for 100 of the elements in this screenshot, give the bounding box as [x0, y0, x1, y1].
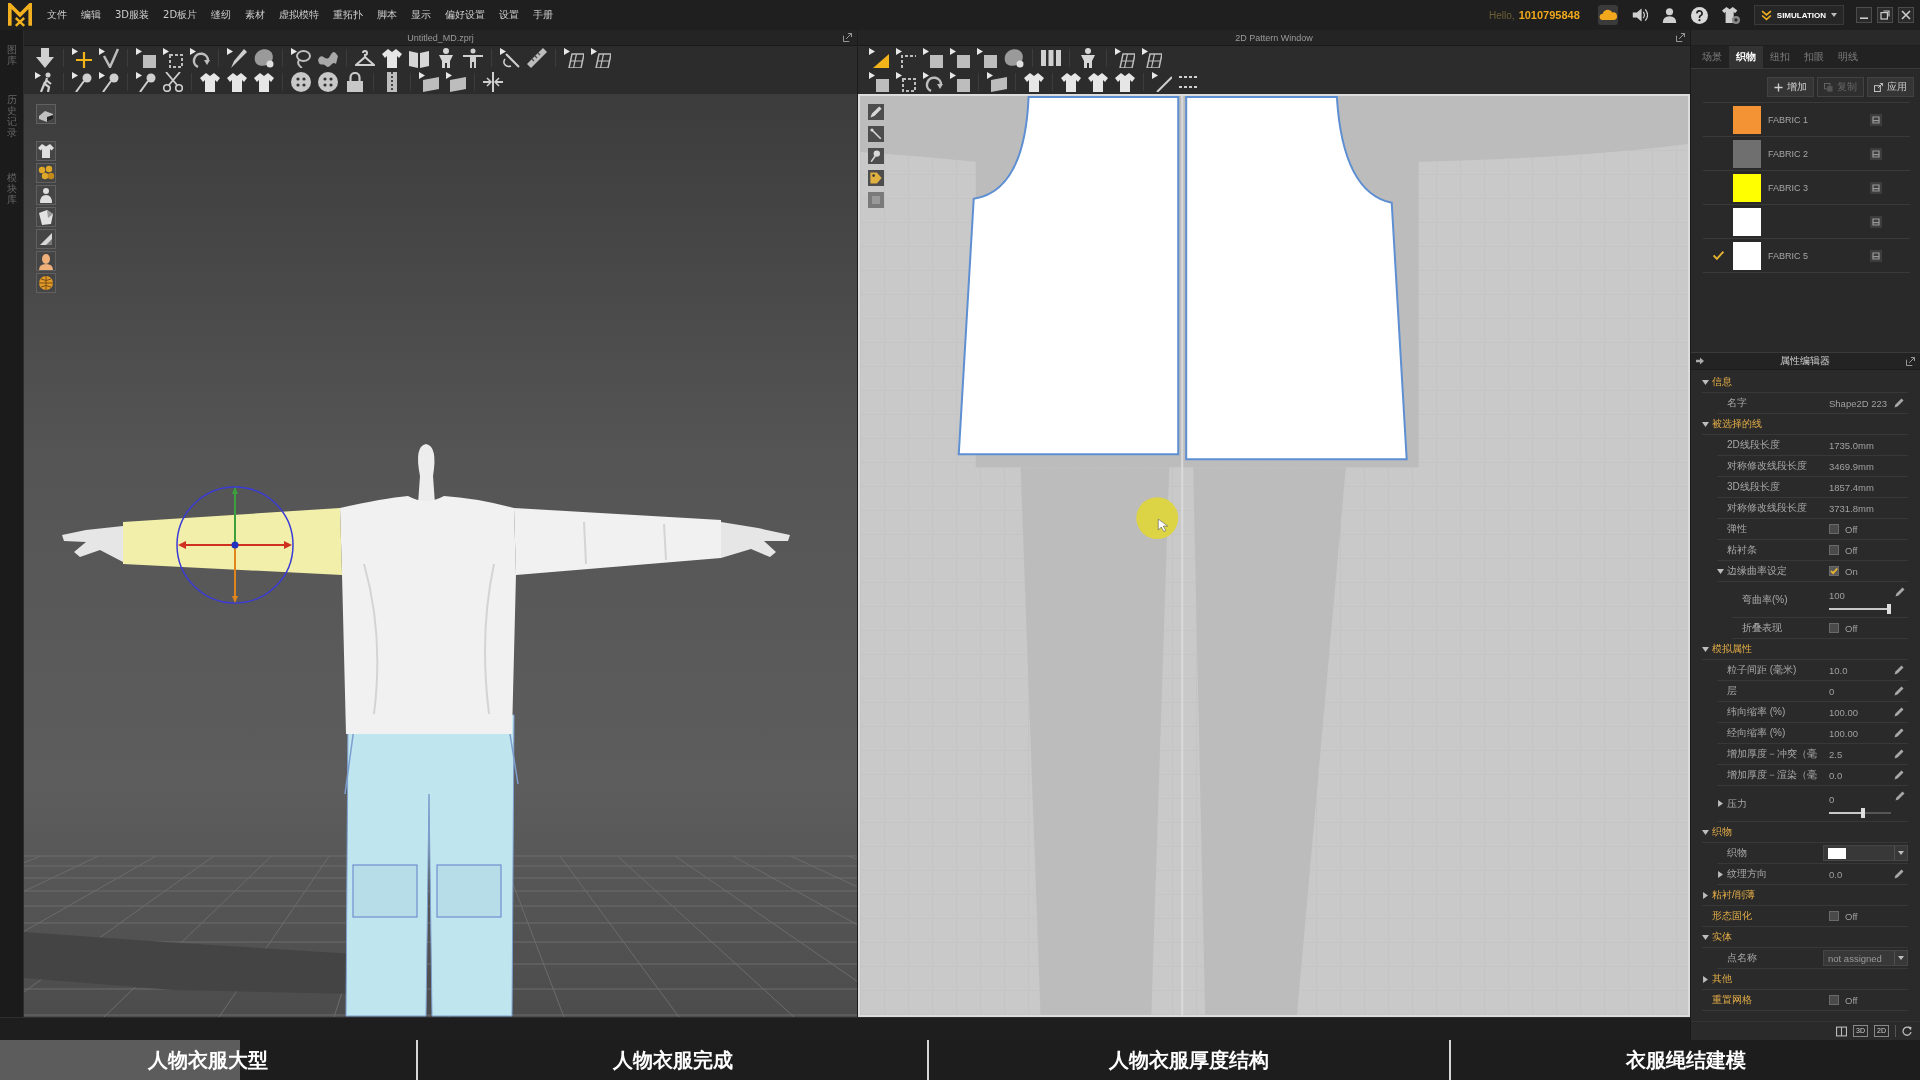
sheet-icon[interactable]: [419, 72, 439, 92]
help-icon[interactable]: [1690, 6, 1708, 24]
chapter-tab[interactable]: 人物衣服厚度结构: [929, 1040, 1449, 1080]
caret-down-icon[interactable]: [1702, 420, 1709, 428]
value-field[interactable]: 0.0: [1829, 769, 1843, 781]
refresh-icon[interactable]: [1902, 1026, 1912, 1036]
person-icon[interactable]: [1078, 48, 1098, 68]
hanger-icon[interactable]: [355, 48, 375, 68]
person-icon[interactable]: [436, 48, 456, 68]
chapter-tab[interactable]: 人物衣服完成: [418, 1040, 927, 1080]
menu-item[interactable]: 脚本: [370, 6, 405, 24]
caret-right-icon[interactable]: [1717, 870, 1724, 878]
checkbox[interactable]: [1829, 566, 1839, 576]
menu-item[interactable]: 编辑: [74, 6, 108, 24]
pencil-icon[interactable]: [1895, 791, 1905, 801]
needle-icon[interactable]: [500, 48, 520, 68]
color-swatch[interactable]: [1733, 173, 1761, 202]
popout-icon[interactable]: [1676, 33, 1685, 42]
pin-icon[interactable]: [136, 72, 156, 92]
v-mark-icon[interactable]: [99, 48, 119, 68]
dotted-square-icon[interactable]: [163, 48, 183, 68]
bust-icon[interactable]: [36, 251, 56, 271]
menu-item[interactable]: 缝纫: [204, 6, 239, 24]
pin-icon[interactable]: [72, 72, 92, 92]
action-button[interactable]: 增加: [1767, 77, 1814, 97]
viewport-3d[interactable]: [24, 94, 857, 1017]
dashed-corner-icon[interactable]: [896, 48, 916, 68]
color-swatch[interactable]: [1733, 207, 1761, 236]
pencil-icon[interactable]: [1894, 749, 1904, 759]
color-swatch[interactable]: [1733, 105, 1761, 134]
caret-down-icon[interactable]: [1702, 933, 1709, 941]
speaker-icon[interactable]: [1631, 7, 1648, 23]
close-icon[interactable]: [1898, 7, 1914, 23]
blob-icon[interactable]: [1004, 48, 1024, 68]
pencil-icon[interactable]: [1894, 686, 1904, 696]
slider-thumb[interactable]: [1887, 603, 1891, 614]
checkbox[interactable]: [1829, 545, 1839, 555]
color-swatch[interactable]: [1733, 139, 1761, 168]
grid-icon[interactable]: [591, 48, 611, 68]
shirt-icon[interactable]: [227, 72, 247, 92]
needle-icon[interactable]: [868, 126, 884, 142]
tray-icon[interactable]: [1870, 113, 1882, 126]
panel-tab[interactable]: 织物: [1729, 46, 1763, 68]
arrow-right-icon[interactable]: [1696, 357, 1704, 365]
sheet-icon[interactable]: [446, 72, 466, 92]
grid-icon[interactable]: [564, 48, 584, 68]
pencil-icon[interactable]: [1894, 398, 1904, 408]
caret-down-icon[interactable]: [1702, 378, 1709, 386]
square-icon[interactable]: [977, 48, 997, 68]
blob-icon[interactable]: [254, 48, 274, 68]
shirt-icon[interactable]: [1088, 72, 1108, 92]
tray-icon[interactable]: [1870, 147, 1882, 160]
swatch-dropdown[interactable]: [1823, 845, 1908, 861]
dropdown[interactable]: not assigned: [1823, 950, 1908, 966]
logo-icon[interactable]: [8, 3, 32, 27]
panel-tab[interactable]: 明线: [1831, 46, 1865, 68]
panel-tab[interactable]: 纽扣: [1763, 46, 1797, 68]
value-field[interactable]: 100.00: [1829, 727, 1859, 739]
restore-icon[interactable]: [1877, 7, 1893, 23]
value-field[interactable]: 100.00: [1829, 706, 1859, 718]
ramp-icon[interactable]: [869, 48, 889, 68]
tray-icon[interactable]: [1870, 249, 1882, 262]
fabric-name[interactable]: FABRIC 1: [1768, 114, 1870, 125]
shirt-gear-icon[interactable]: [1721, 6, 1740, 24]
dotted-square-icon[interactable]: [896, 72, 916, 92]
menu-item[interactable]: 偏好设置: [438, 6, 493, 24]
block-icon[interactable]: [36, 104, 56, 124]
menu-item[interactable]: 显示: [404, 6, 439, 24]
person-icon[interactable]: [36, 185, 56, 205]
square-icon[interactable]: [869, 72, 889, 92]
down-arrow-icon[interactable]: [35, 48, 55, 68]
t-pose-figure-icon[interactable]: [463, 48, 483, 68]
fabric-name[interactable]: FABRIC 2: [1768, 148, 1870, 159]
value-field[interactable]: 100: [1829, 589, 1845, 601]
shirt-icon[interactable]: [254, 72, 274, 92]
slider-thumb[interactable]: [1860, 807, 1865, 818]
columns-icon[interactable]: [1041, 48, 1061, 68]
color-swatch[interactable]: [1733, 241, 1761, 270]
value-field[interactable]: 10.0: [1829, 664, 1848, 676]
lasso-icon[interactable]: [291, 48, 311, 68]
menu-item[interactable]: 文件: [40, 6, 74, 24]
value-field[interactable]: 0: [1829, 685, 1835, 697]
tray-icon[interactable]: [1870, 215, 1882, 228]
pin-icon[interactable]: [99, 72, 119, 92]
caret-down-icon[interactable]: [1717, 567, 1724, 575]
checkbox[interactable]: [1829, 524, 1839, 534]
menu-item[interactable]: 虚拟模特: [272, 6, 327, 24]
menu-item[interactable]: 重拓扑: [326, 6, 371, 24]
popout-icon[interactable]: [1906, 356, 1915, 366]
value-field[interactable]: 0: [1829, 793, 1835, 805]
user-icon[interactable]: [1661, 7, 1677, 23]
book-icon[interactable]: [409, 48, 429, 68]
curved-arrow-icon[interactable]: [190, 48, 210, 68]
menu-item[interactable]: 手册: [526, 6, 561, 24]
line-icon[interactable]: [1152, 72, 1172, 92]
popout-icon[interactable]: [843, 33, 852, 42]
caret-down-icon[interactable]: [1702, 828, 1709, 836]
split-view-icon[interactable]: [1836, 1025, 1848, 1037]
shirt-icon[interactable]: [1115, 72, 1135, 92]
lock-icon[interactable]: [345, 72, 365, 92]
